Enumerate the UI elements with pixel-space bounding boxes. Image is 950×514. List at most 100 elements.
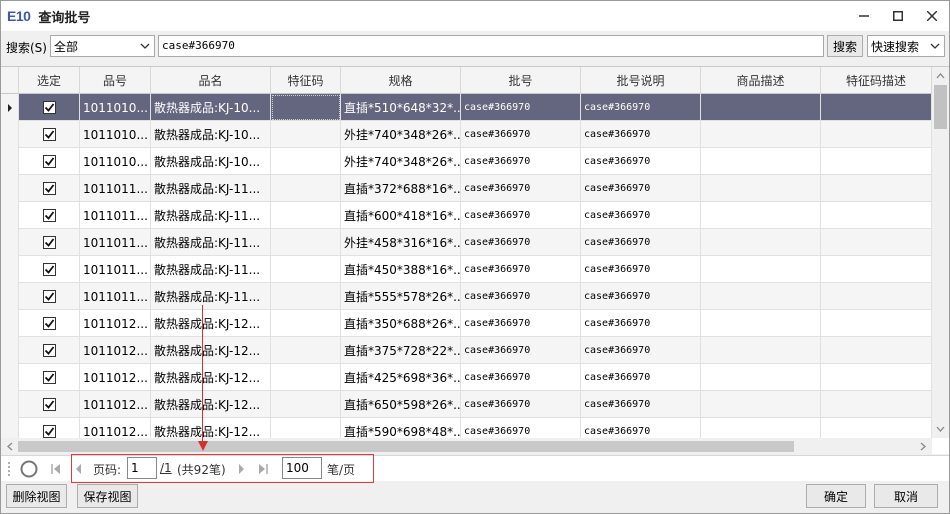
cell-spec[interactable]: 直插*510*648*32*... — [341, 94, 461, 121]
cell-batch-desc[interactable]: case#366970 — [581, 256, 701, 283]
select-cell[interactable] — [19, 121, 80, 148]
cell-batch[interactable]: case#366970 — [461, 310, 581, 337]
cell-feature-code[interactable] — [271, 256, 341, 283]
select-cell[interactable] — [19, 418, 80, 438]
cell-spec[interactable]: 直插*650*598*26*... — [341, 391, 461, 418]
vertical-scroll-thumb[interactable] — [934, 85, 947, 129]
table-row[interactable]: 1011011... 散热器成品:KJ-11... 直插*450*388*16*..… — [1, 256, 932, 283]
table-row[interactable]: 1011010... 散热器成品:KJ-10... 外挂*740*348*26*..… — [1, 148, 932, 175]
select-cell[interactable] — [19, 310, 80, 337]
cell-item-code[interactable]: 1011011... — [80, 283, 151, 310]
cell-product-desc[interactable] — [701, 364, 821, 391]
cell-feature-code[interactable] — [271, 391, 341, 418]
cell-feature-desc[interactable] — [821, 364, 932, 391]
cell-feature-desc[interactable] — [821, 175, 932, 202]
cell-spec[interactable]: 外挂*458*316*16*... — [341, 229, 461, 256]
cell-feature-desc[interactable] — [821, 256, 932, 283]
cell-batch[interactable]: case#366970 — [461, 148, 581, 175]
row-checkbox[interactable] — [42, 425, 56, 438]
row-checkbox[interactable] — [42, 101, 56, 114]
cell-item-code[interactable]: 1011010... — [80, 94, 151, 121]
row-checkbox[interactable] — [42, 128, 56, 141]
column-header[interactable]: 品名 — [151, 67, 271, 94]
cell-feature-code[interactable] — [271, 337, 341, 364]
cell-spec[interactable]: 直插*425*698*36*... — [341, 364, 461, 391]
cell-item-code[interactable]: 1011011... — [80, 229, 151, 256]
cell-product-desc[interactable] — [701, 418, 821, 438]
scroll-up-icon[interactable] — [932, 69, 949, 83]
cell-batch[interactable]: case#366970 — [461, 283, 581, 310]
cell-batch-desc[interactable]: case#366970 — [581, 94, 701, 121]
cell-feature-code[interactable] — [271, 121, 341, 148]
cell-item-code[interactable]: 1011012... — [80, 418, 151, 438]
cell-product-desc[interactable] — [701, 175, 821, 202]
row-checkbox[interactable] — [42, 155, 56, 168]
row-checkbox[interactable] — [42, 182, 56, 195]
row-checkbox[interactable] — [42, 209, 56, 222]
search-input[interactable]: case#366970 — [158, 35, 824, 57]
cell-spec[interactable]: 外挂*740*348*26*... — [341, 121, 461, 148]
cell-feature-desc[interactable] — [821, 337, 932, 364]
table-row[interactable]: 1011012... 散热器成品:KJ-12... 直插*650*598*26*..… — [1, 391, 932, 418]
select-cell[interactable] — [19, 175, 80, 202]
search-button[interactable]: 搜索 — [827, 35, 863, 57]
cell-product-desc[interactable] — [701, 310, 821, 337]
cell-item-code[interactable]: 1011011... — [80, 202, 151, 229]
cell-feature-code[interactable] — [271, 418, 341, 438]
column-header[interactable]: 选定 — [19, 67, 80, 94]
cell-item-name[interactable]: 散热器成品:KJ-12... — [151, 337, 271, 364]
cell-item-code[interactable]: 1011012... — [80, 310, 151, 337]
cell-product-desc[interactable] — [701, 283, 821, 310]
table-row[interactable]: 1011012... 散热器成品:KJ-12... 直插*375*728*22*..… — [1, 337, 932, 364]
cell-product-desc[interactable] — [701, 337, 821, 364]
column-header[interactable]: 品号 — [80, 67, 151, 94]
cell-item-name[interactable]: 散热器成品:KJ-12... — [151, 418, 271, 438]
cell-product-desc[interactable] — [701, 94, 821, 121]
save-view-button[interactable]: 保存视图 — [77, 484, 138, 508]
cell-item-name[interactable]: 散热器成品:KJ-11... — [151, 283, 271, 310]
cell-feature-code[interactable] — [271, 94, 341, 121]
horizontal-scroll-thumb[interactable] — [18, 441, 794, 452]
column-header[interactable]: 特征码 — [271, 67, 341, 94]
cell-spec[interactable]: 直插*600*418*16*... — [341, 202, 461, 229]
select-cell[interactable] — [19, 148, 80, 175]
cell-product-desc[interactable] — [701, 391, 821, 418]
cell-item-code[interactable]: 1011010... — [80, 121, 151, 148]
cell-batch-desc[interactable]: case#366970 — [581, 391, 701, 418]
scroll-down-icon[interactable] — [932, 422, 949, 436]
cell-feature-code[interactable] — [271, 175, 341, 202]
cell-batch-desc[interactable]: case#366970 — [581, 418, 701, 438]
cell-batch-desc[interactable]: case#366970 — [581, 337, 701, 364]
column-header[interactable]: 批号 — [461, 67, 581, 94]
cell-item-name[interactable]: 散热器成品:KJ-10... — [151, 94, 271, 121]
cell-batch[interactable]: case#366970 — [461, 337, 581, 364]
cell-product-desc[interactable] — [701, 121, 821, 148]
cell-batch[interactable]: case#366970 — [461, 121, 581, 148]
row-checkbox[interactable] — [42, 317, 56, 330]
cell-item-name[interactable]: 散热器成品:KJ-11... — [151, 256, 271, 283]
row-checkbox[interactable] — [42, 398, 56, 411]
cell-feature-code[interactable] — [271, 310, 341, 337]
cell-spec[interactable]: 直插*450*388*16*... — [341, 256, 461, 283]
row-checkbox[interactable] — [42, 344, 56, 357]
cancel-button[interactable]: 取消 — [874, 484, 938, 508]
table-row[interactable]: 1011010... 散热器成品:KJ-10... 外挂*740*348*26*..… — [1, 121, 932, 148]
select-cell[interactable] — [19, 256, 80, 283]
table-row[interactable]: 1011012... 散热器成品:KJ-12... 直插*350*688*26*..… — [1, 310, 932, 337]
table-row[interactable]: 1011010... 散热器成品:KJ-10... 直插*510*648*32*..… — [1, 94, 932, 121]
cell-batch-desc[interactable]: case#366970 — [581, 229, 701, 256]
refresh-icon[interactable] — [19, 459, 39, 479]
cell-feature-code[interactable] — [271, 202, 341, 229]
cell-spec[interactable]: 直插*375*728*22*... — [341, 337, 461, 364]
cell-item-code[interactable]: 1011012... — [80, 391, 151, 418]
table-row[interactable]: 1011011... 散热器成品:KJ-11... 直插*555*578*26*..… — [1, 283, 932, 310]
cell-batch[interactable]: case#366970 — [461, 418, 581, 438]
cell-feature-code[interactable] — [271, 229, 341, 256]
cell-item-code[interactable]: 1011012... — [80, 337, 151, 364]
column-header[interactable]: 规格 — [341, 67, 461, 94]
close-button[interactable] — [915, 1, 949, 31]
cell-feature-code[interactable] — [271, 283, 341, 310]
cell-batch[interactable]: case#366970 — [461, 364, 581, 391]
cell-feature-desc[interactable] — [821, 148, 932, 175]
cell-item-name[interactable]: 散热器成品:KJ-12... — [151, 364, 271, 391]
